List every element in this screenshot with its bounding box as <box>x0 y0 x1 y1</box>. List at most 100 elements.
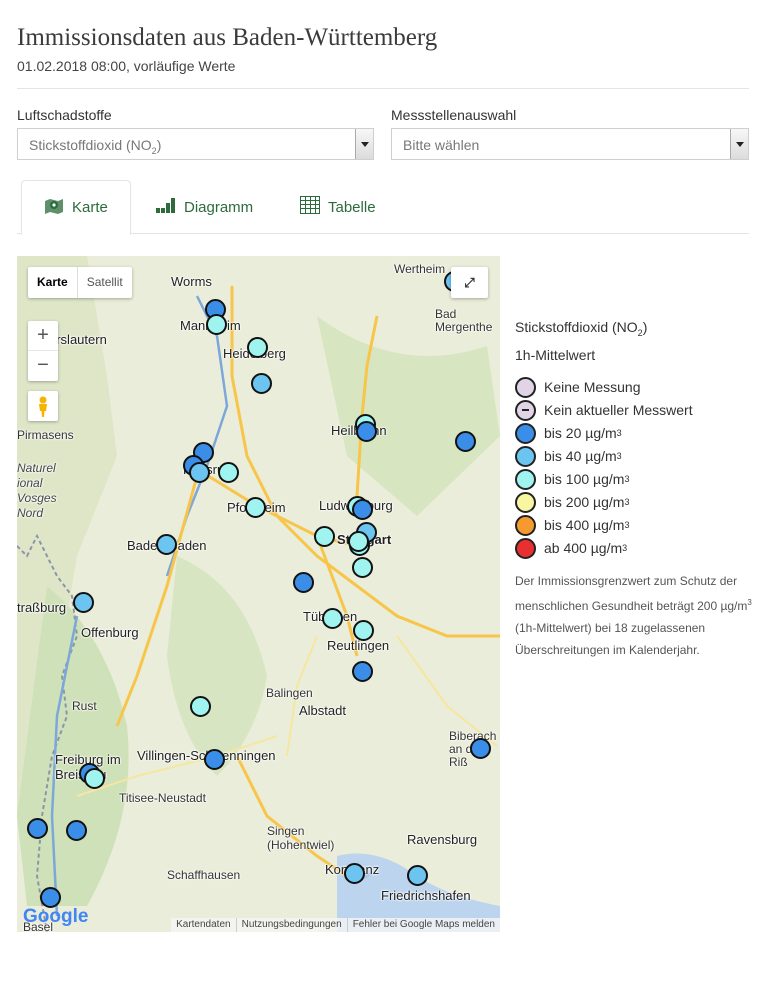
map-label-ravensburg: Ravensburg <box>407 832 478 847</box>
fullscreen-button[interactable]: ⤢ <box>451 267 488 298</box>
tab-bar: Karte Diagramm Tabelle <box>17 180 749 235</box>
map-label-wertheim: Wertheim <box>394 262 446 276</box>
station-marker[interactable] <box>66 820 87 841</box>
legend-list: Keine Messung Kein aktueller Messwert bi… <box>515 376 755 560</box>
station-marker[interactable] <box>407 865 428 886</box>
map-label-worms: Worms <box>171 274 212 289</box>
station-marker[interactable] <box>189 462 210 483</box>
chevron-down-icon[interactable] <box>355 129 373 159</box>
page-title: Immissionsdaten aus Baden-Württemberg <box>17 24 438 51</box>
station-marker[interactable] <box>344 863 365 884</box>
bar-chart-icon <box>155 197 176 217</box>
page-subtitle: 01.02.2018 08:00, vorläufige Werte <box>17 58 236 74</box>
map-label-balingen: Balingen <box>266 686 313 700</box>
map-label-schaffhausen: Schaffhausen <box>167 868 241 882</box>
legend-item: Kein aktueller Messwert <box>515 399 755 422</box>
legend-swatch <box>515 491 536 513</box>
legend-item: bis 200 µg/m 3 <box>515 491 755 514</box>
legend-subtitle: 1h-Mittelwert <box>515 346 596 363</box>
zoom-out-button[interactable]: − <box>28 351 58 381</box>
station-label: Messstellenauswahl <box>391 107 517 123</box>
legend-swatch <box>515 422 536 444</box>
station-marker[interactable] <box>348 531 369 552</box>
station-marker[interactable] <box>27 818 48 839</box>
map-label-bad-mergentheim: Bad Mergenthe <box>435 307 493 334</box>
map-label-vosges: Naturel ional Vosges Nord <box>17 461 57 520</box>
page-header: Immissionsdaten aus Baden-Württemberg 01… <box>17 22 749 74</box>
station-marker[interactable] <box>247 337 268 358</box>
station-marker[interactable] <box>73 592 94 613</box>
station-marker[interactable] <box>470 738 491 759</box>
map-attribution: Kartendaten Nutzungsbedingungen Fehler b… <box>171 918 500 932</box>
map-label-offenburg: Offenburg <box>81 625 139 640</box>
station-marker[interactable] <box>322 608 343 629</box>
legend-swatch <box>515 537 536 559</box>
station-marker[interactable] <box>352 661 373 682</box>
map-label-reutlingen: Reutlingen <box>327 638 390 653</box>
zoom-in-button[interactable]: + <box>28 321 58 351</box>
station-marker[interactable] <box>251 373 272 394</box>
tab-tabelle[interactable]: Tabelle <box>300 180 376 234</box>
tab-diagramm[interactable]: Diagramm <box>155 180 253 234</box>
attribution-kartendaten[interactable]: Kartendaten <box>171 918 236 932</box>
station-marker[interactable] <box>356 421 377 442</box>
map-label-titisee: Titisee-Neustadt <box>119 791 206 805</box>
map-label-albstadt: Albstadt <box>299 703 346 718</box>
legend-item: ab 400 µg/m 3 <box>515 537 755 560</box>
table-icon <box>300 196 320 218</box>
street-view-button[interactable] <box>28 391 58 421</box>
station-marker[interactable] <box>156 534 177 555</box>
legend-swatch <box>515 376 536 398</box>
station-marker[interactable] <box>314 526 335 547</box>
station-marker[interactable] <box>455 431 476 452</box>
pollutant-label: Luftschadstoffe <box>17 107 112 123</box>
station-marker[interactable] <box>206 314 227 335</box>
station-marker[interactable] <box>293 572 314 593</box>
legend-title: Stickstoffdioxid (NO2) <box>515 319 648 338</box>
divider <box>17 88 749 89</box>
map-label-friedrichshafen: Friedrichshafen <box>381 888 471 903</box>
station-marker[interactable] <box>218 462 239 483</box>
station-marker[interactable] <box>204 749 225 770</box>
pegman-icon <box>39 396 47 417</box>
pollutant-select-value: Stickstoffdioxid (NO2) <box>29 137 162 156</box>
fullscreen-icon: ⤢ <box>464 275 475 290</box>
map-label-pirmasens: Pirmasens <box>17 428 74 442</box>
map-label-rust: Rust <box>72 699 97 713</box>
google-logo: Google <box>23 906 89 927</box>
station-marker[interactable] <box>352 499 373 520</box>
map-pin-icon <box>44 197 64 219</box>
legend-item: bis 400 µg/m 3 <box>515 514 755 537</box>
chevron-down-icon[interactable] <box>730 129 748 159</box>
station-marker[interactable] <box>84 768 105 789</box>
station-marker[interactable] <box>245 497 266 518</box>
tab-karte[interactable]: Karte <box>21 180 131 235</box>
station-marker[interactable] <box>352 557 373 578</box>
station-marker[interactable] <box>40 887 61 908</box>
legend-swatch <box>515 445 536 467</box>
legend-item: bis 40 µg/m 3 <box>515 445 755 468</box>
map-type-karte-button[interactable]: Karte <box>28 267 77 298</box>
legend-swatch <box>515 514 536 536</box>
station-select[interactable]: Bitte wählen <box>391 128 749 160</box>
legend-item: bis 100 µg/m 3 <box>515 468 755 491</box>
attribution-nutzungsbedingungen[interactable]: Nutzungsbedingungen <box>235 918 347 932</box>
zoom-control: + − <box>28 321 58 381</box>
tab-tabelle-label: Tabelle <box>328 198 376 216</box>
pollutant-select[interactable]: Stickstoffdioxid (NO2) <box>17 128 374 160</box>
tab-diagramm-label: Diagramm <box>184 198 254 216</box>
attribution-fehler-melden[interactable]: Fehler bei Google Maps melden <box>346 918 500 932</box>
legend-item: bis 20 µg/m 3 <box>515 422 755 445</box>
station-marker[interactable] <box>353 620 374 641</box>
map-type-control: Karte Satellit <box>28 267 132 298</box>
map-label-strassburg: traßburg <box>17 600 67 615</box>
legend-note: Der Immissionsgrenzwert zum Schutz der m… <box>515 573 752 657</box>
legend-swatch <box>515 468 536 490</box>
map-view[interactable]: Worms Mannheim Heidelberg erslautern Pir… <box>17 256 500 932</box>
station-select-value: Bitte wählen <box>403 137 480 153</box>
map-legend: Stickstoffdioxid (NO2) 1h-Mittelwert Kei… <box>515 316 755 661</box>
station-marker[interactable] <box>190 696 211 717</box>
map-type-satellite-button[interactable]: Satellit <box>76 267 132 298</box>
legend-item: Keine Messung <box>515 376 755 399</box>
map-label-singen: Singen (Hohentwiel) <box>267 824 335 852</box>
